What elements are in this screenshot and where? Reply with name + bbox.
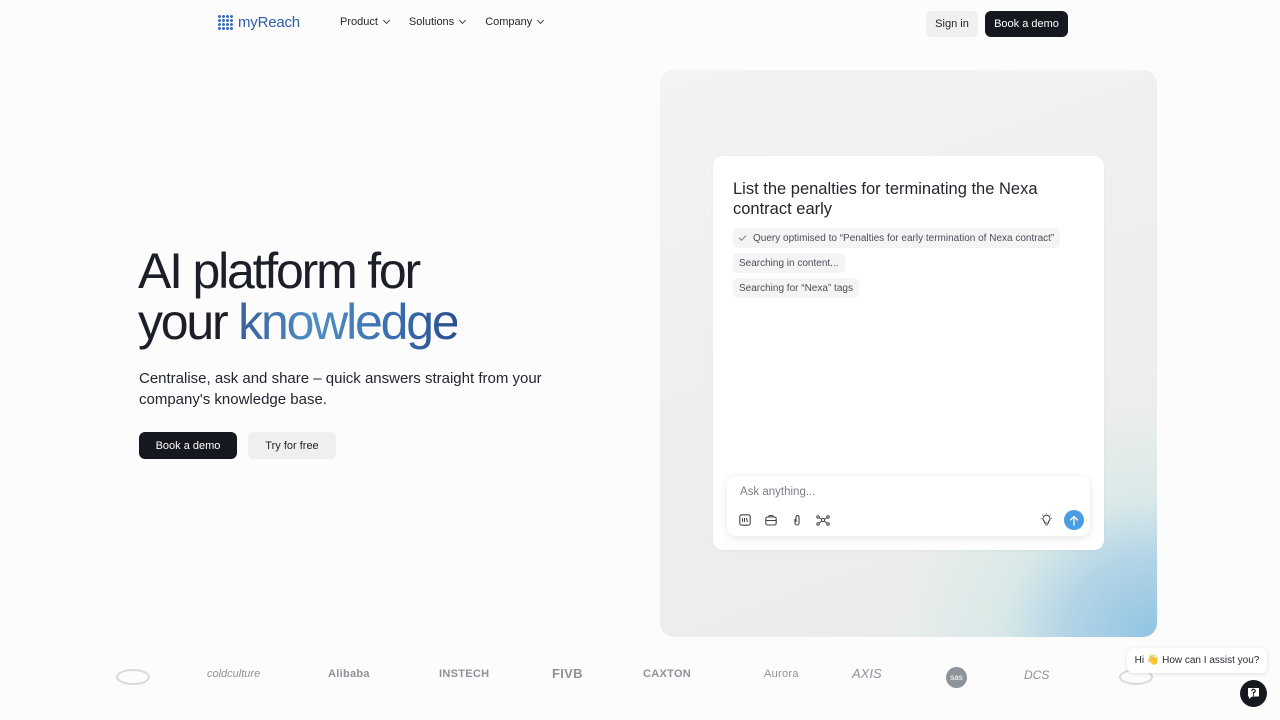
nav-item-product[interactable]: Product bbox=[340, 16, 390, 28]
demo-question: List the penalties for terminating the N… bbox=[733, 180, 1038, 218]
nav-item-label: Product bbox=[340, 16, 378, 28]
logo-mark-icon bbox=[218, 14, 234, 31]
customer-logos: coldculture Alibaba INSTECH FIVB CAXTON … bbox=[0, 660, 1280, 696]
book-demo-button[interactable]: Book a demo bbox=[139, 432, 237, 459]
status-chip-searching-tags: Searching for “Nexa” tags bbox=[733, 278, 859, 298]
customer-logo-axis: AXIS bbox=[852, 666, 882, 681]
lightbulb-icon[interactable] bbox=[1040, 513, 1053, 527]
site-header: myReach Product Solutions Company Sign i… bbox=[0, 0, 1280, 48]
network-icon[interactable] bbox=[816, 514, 830, 526]
chevron-down-icon bbox=[459, 16, 467, 25]
hero-title-highlight: knowledge bbox=[238, 294, 459, 350]
status-chip-label: Searching in content... bbox=[739, 257, 839, 269]
customer-logo-dcs: DCS bbox=[1024, 668, 1050, 682]
attach-icon[interactable] bbox=[791, 514, 803, 526]
ask-input-placeholder: Ask anything... bbox=[740, 486, 816, 498]
customer-logo-caxton: CAXTON bbox=[643, 668, 692, 680]
nav-item-solutions[interactable]: Solutions bbox=[408, 16, 467, 28]
chevron-down-icon bbox=[382, 16, 390, 25]
customer-logo-fivb: FIVB bbox=[552, 666, 583, 681]
status-chip-query-optimised: Query optimised to “Penalties for early … bbox=[733, 228, 1061, 248]
customer-logo-aurora: Aurora bbox=[764, 668, 799, 680]
hero-title-line2a: your bbox=[138, 294, 239, 350]
ask-input-box[interactable]: Ask anything... bbox=[727, 476, 1090, 536]
nav-item-company[interactable]: Company bbox=[485, 16, 545, 28]
status-chip-label: Searching for “Nexa” tags bbox=[739, 282, 853, 294]
book-demo-header-button[interactable]: Book a demo bbox=[985, 11, 1068, 37]
chat-demo-card: List the penalties for terminating the N… bbox=[713, 156, 1104, 550]
customer-logo-sas: sas bbox=[946, 667, 967, 688]
send-button[interactable] bbox=[1064, 510, 1084, 530]
hero-title-line1: AI platform for bbox=[138, 243, 421, 299]
hero-title: AI platform for your knowledge bbox=[138, 243, 460, 350]
nav-item-label: Solutions bbox=[408, 16, 455, 28]
briefcase-icon[interactable] bbox=[765, 514, 777, 526]
try-free-button[interactable]: Try for free bbox=[248, 432, 336, 459]
status-chip-searching-content: Searching in content... bbox=[733, 253, 845, 273]
prompt-library-icon[interactable] bbox=[739, 514, 751, 526]
arrow-up-icon bbox=[1069, 515, 1079, 526]
help-chat-icon bbox=[1248, 688, 1259, 699]
hero-subtitle: Centralise, ask and share – quick answer… bbox=[139, 370, 542, 408]
chat-launcher-button[interactable] bbox=[1240, 680, 1267, 707]
demo-panel: List the penalties for terminating the N… bbox=[660, 70, 1157, 637]
brand-logo[interactable]: myReach bbox=[218, 14, 300, 31]
chevron-down-icon bbox=[537, 16, 545, 25]
customer-logo-alibaba: Alibaba bbox=[328, 668, 370, 680]
chat-greeting-bubble[interactable]: Hi 👋 How can I assist you? bbox=[1127, 648, 1267, 673]
sign-in-button[interactable]: Sign in bbox=[926, 11, 978, 37]
nav-item-label: Company bbox=[485, 16, 533, 28]
brand-name: myReach bbox=[238, 14, 300, 31]
status-chip-label: Query optimised to “Penalties for early … bbox=[753, 232, 1055, 244]
check-icon bbox=[738, 232, 747, 241]
customer-logo-coldculture: coldculture bbox=[207, 668, 261, 680]
customer-logo-instech: INSTECH bbox=[439, 668, 490, 680]
main-nav: Product Solutions Company bbox=[340, 16, 545, 28]
